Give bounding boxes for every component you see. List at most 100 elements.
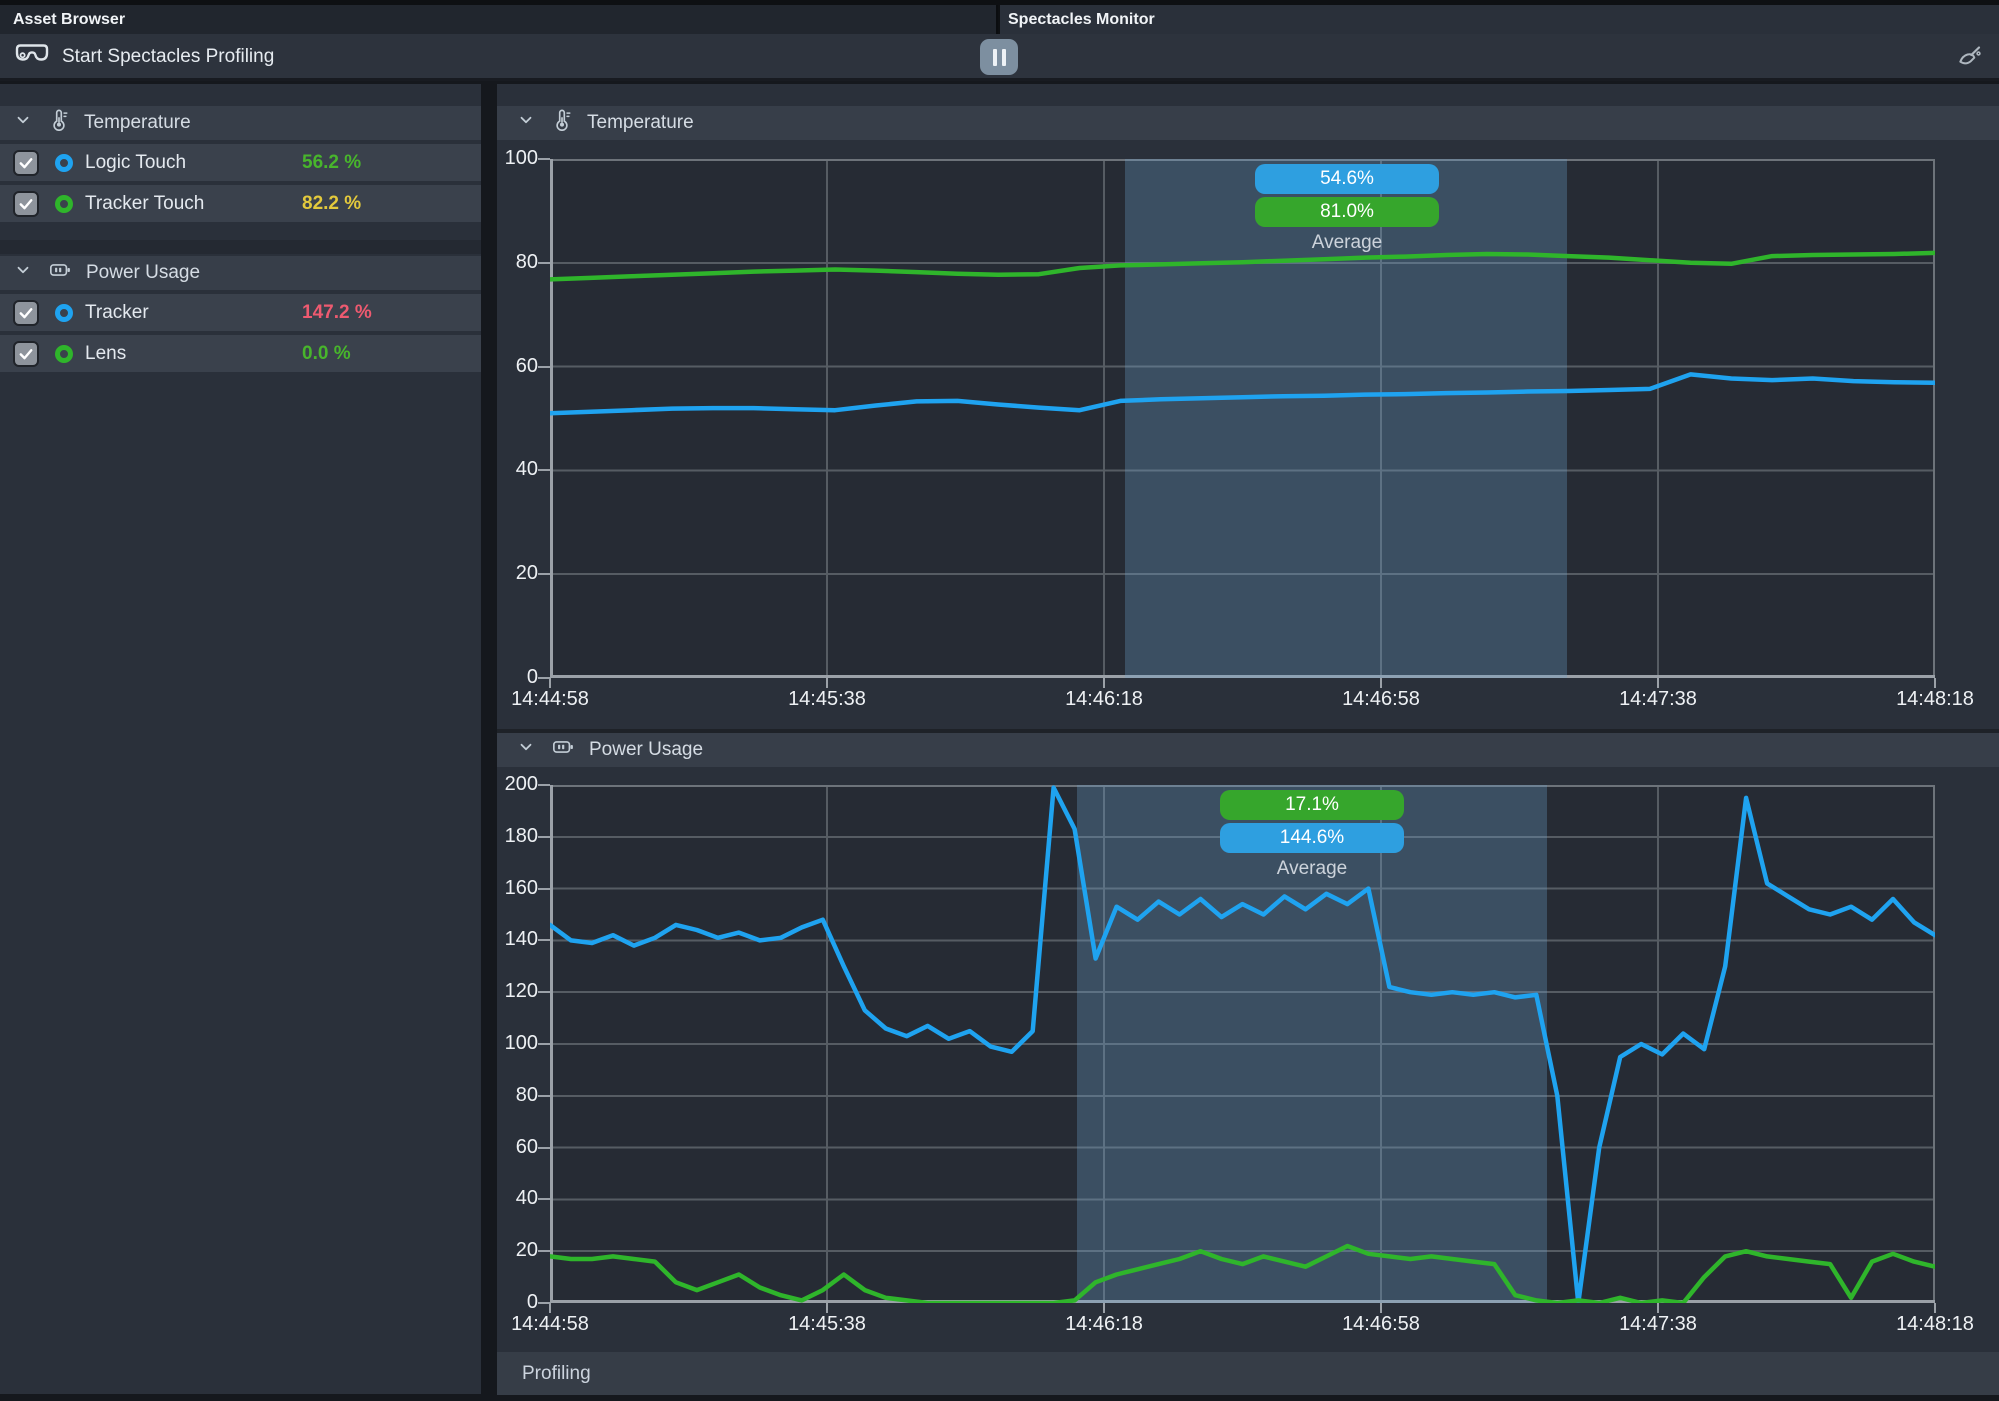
thermometer-icon — [551, 109, 573, 137]
x-axis-tick-label: 14:47:38 — [1593, 1313, 1723, 1336]
clean-broom-button[interactable] — [1956, 44, 1983, 71]
axis-tick — [826, 678, 828, 688]
tooltip-value-badge: 81.0% — [1255, 197, 1439, 227]
series-color-swatch — [55, 304, 73, 322]
axis-tick — [1657, 1303, 1659, 1313]
y-axis-tick-label: 0 — [468, 666, 538, 689]
chart-header-temperature[interactable]: Temperature — [497, 106, 1999, 140]
series-color-swatch — [55, 345, 73, 363]
chevron-down-icon[interactable] — [14, 261, 32, 285]
axis-tick — [538, 784, 550, 786]
checkbox[interactable] — [13, 150, 39, 176]
y-axis-tick-label: 180 — [468, 825, 538, 848]
chart-title: Temperature — [587, 112, 694, 134]
tooltip-caption: Average — [1312, 232, 1382, 254]
y-axis-tick-label: 0 — [468, 1291, 538, 1314]
y-axis-tick-label: 160 — [468, 877, 538, 900]
profiling-section-bar[interactable]: Profiling — [497, 1352, 1999, 1395]
axis-tick — [538, 469, 550, 471]
x-axis-tick-label: 14:46:58 — [1316, 1313, 1446, 1336]
axis-tick — [538, 888, 550, 890]
y-axis-tick-label: 60 — [468, 355, 538, 378]
power-usage-chart-plot[interactable]: 17.1% 144.6% Average — [550, 785, 1935, 1303]
axis-tick — [1934, 1303, 1936, 1313]
x-axis-tick-label: 14:44:58 — [485, 1313, 615, 1336]
y-axis-tick-label: 80 — [468, 251, 538, 274]
y-axis-tick-label: 100 — [468, 147, 538, 170]
battery-icon — [48, 259, 72, 287]
pause-button[interactable] — [980, 39, 1018, 75]
sidebar-section-power-usage[interactable]: Power Usage — [0, 256, 481, 290]
x-axis-tick-label: 14:46:18 — [1039, 1313, 1169, 1336]
profiling-label: Profiling — [522, 1363, 591, 1385]
section-title: Temperature — [84, 112, 191, 134]
chart-lines — [550, 159, 1935, 678]
axis-tick — [538, 836, 550, 838]
metric-label: Tracker — [85, 302, 149, 324]
chevron-down-icon[interactable] — [14, 111, 32, 135]
x-axis-tick-label: 14:48:18 — [1870, 1313, 1999, 1336]
x-axis-tick-label: 14:46:58 — [1316, 688, 1446, 711]
y-axis-tick-label: 20 — [468, 1239, 538, 1262]
axis-tick — [538, 1147, 550, 1149]
x-axis-tick-label: 14:45:38 — [762, 688, 892, 711]
axis-tick — [1380, 1303, 1382, 1313]
pause-icon — [993, 49, 997, 66]
metric-value: 56.2 % — [302, 152, 361, 174]
axis-tick — [826, 1303, 828, 1313]
tooltip-value-badge: 17.1% — [1220, 790, 1404, 820]
metric-row-tracker[interactable]: Tracker 147.2 % — [0, 294, 481, 331]
tab-spectacles-monitor-label: Spectacles Monitor — [1008, 11, 1155, 28]
axis-tick — [549, 1303, 551, 1313]
tab-asset-browser-label: Asset Browser — [13, 11, 125, 28]
x-axis-tick-label: 14:46:18 — [1039, 688, 1169, 711]
metric-value: 82.2 % — [302, 193, 361, 215]
y-axis-tick-label: 40 — [468, 1187, 538, 1210]
axis-tick — [538, 991, 550, 993]
x-axis-tick-label: 14:47:38 — [1593, 688, 1723, 711]
tooltip-caption: Average — [1277, 858, 1347, 880]
metric-row-logic-touch[interactable]: Logic Touch 56.2 % — [0, 144, 481, 181]
metrics-sidebar: Temperature Logic Touch 56.2 % Tracker T… — [0, 84, 481, 1394]
axis-tick — [538, 1095, 550, 1097]
y-axis-tick-label: 100 — [468, 1032, 538, 1055]
chart-title: Power Usage — [589, 739, 703, 761]
axis-tick — [538, 158, 550, 160]
axis-tick — [538, 1250, 550, 1252]
y-axis-tick-label: 40 — [468, 458, 538, 481]
section-divider — [0, 240, 481, 254]
axis-tick — [1934, 678, 1936, 688]
chevron-down-icon[interactable] — [517, 111, 535, 135]
axis-tick — [538, 366, 550, 368]
metric-label: Tracker Touch — [85, 193, 204, 215]
y-axis-tick-label: 20 — [468, 562, 538, 585]
checkbox[interactable] — [13, 341, 39, 367]
checkbox[interactable] — [13, 191, 39, 217]
broom-icon — [1956, 44, 1983, 71]
axis-tick — [1103, 678, 1105, 688]
metric-row-lens[interactable]: Lens 0.0 % — [0, 335, 481, 372]
tooltip-value-badge: 54.6% — [1255, 164, 1439, 194]
axis-tick — [549, 678, 551, 688]
sidebar-section-temperature[interactable]: Temperature — [0, 106, 481, 140]
axis-tick — [538, 573, 550, 575]
top-tab-bar: Asset Browser Spectacles Monitor — [0, 0, 1999, 34]
y-axis-tick-label: 140 — [468, 928, 538, 951]
axis-tick — [1380, 678, 1382, 688]
x-axis-tick-label: 14:48:18 — [1870, 688, 1999, 711]
x-axis-tick-label: 14:44:58 — [485, 688, 615, 711]
battery-icon — [551, 736, 575, 764]
tab-asset-browser[interactable]: Asset Browser — [0, 5, 998, 34]
series-color-swatch — [55, 195, 73, 213]
chevron-down-icon[interactable] — [517, 738, 535, 762]
start-profiling-button[interactable]: Start Spectacles Profiling — [14, 40, 274, 74]
temperature-chart-plot[interactable]: 54.6% 81.0% Average — [550, 159, 1935, 678]
tab-spectacles-monitor[interactable]: Spectacles Monitor — [1000, 5, 1999, 34]
y-axis-tick-label: 120 — [468, 980, 538, 1003]
chart-header-power-usage[interactable]: Power Usage — [497, 733, 1999, 767]
x-axis-tick-label: 14:45:38 — [762, 1313, 892, 1336]
metric-label: Lens — [85, 343, 126, 365]
checkbox[interactable] — [13, 300, 39, 326]
axis-tick — [538, 262, 550, 264]
metric-row-tracker-touch[interactable]: Tracker Touch 82.2 % — [0, 185, 481, 222]
